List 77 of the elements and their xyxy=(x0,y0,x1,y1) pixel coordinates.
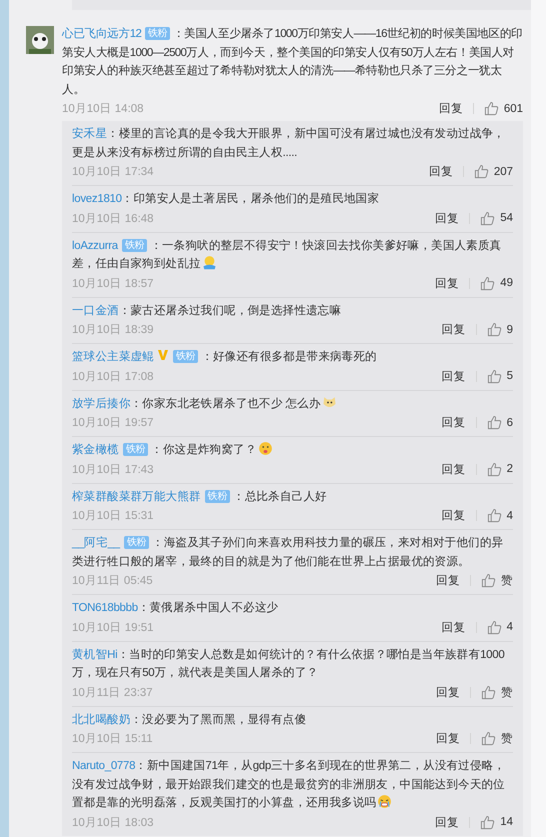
comment-time: 10月10日 19:51 xyxy=(72,620,155,634)
comment-time: 10月11日 23:37 xyxy=(72,686,154,700)
reply-text: Naruto_0778：新中国建国71年，从gdp三十多名到现在的世界第二，从没有过侵略，没有发过战争财，最开始跟我们建交的也是最贫穷的非洲朋友，中国能达到今天的位置都是靠的光明磊落，反观美国打的小算盘，还用我多说吗 xyxy=(72,758,506,811)
fan-badge: 铁粉 xyxy=(122,238,148,252)
reply-text: 安禾星：楼里的言论真的是令我大开眼界，新中国可没有屠过城也没有发动过战争，更是从来没有标榜过所谓的自由民主人权..... xyxy=(72,126,506,160)
like-button[interactable]: 6 xyxy=(486,415,513,430)
comment-time: 10月10日 18:39 xyxy=(72,323,155,337)
reply-text: __阿宅__ 铁粉 ：海盗及其子孙们向来喜欢用科技力量的碾压，来对相对于他们的异类进行牲口般的屠宰，最终的目的就是为了他们能在世界上占据最优的资源。 xyxy=(72,535,504,570)
thumbs-up-icon xyxy=(486,322,502,337)
like-button[interactable]: 赞 xyxy=(481,573,513,588)
reply-text: 紫金橄榄 铁粉 ：你这是炸狗窝了？ xyxy=(72,441,513,460)
reply-link[interactable]: 回复 xyxy=(442,462,466,476)
reply-text: 北北喝酸奶：没必要为了黑而黑，显得有点傻 xyxy=(72,712,308,728)
fan-badge: 铁粉 xyxy=(204,490,230,502)
fan-badge: 铁粉 xyxy=(122,443,148,456)
reply-link[interactable]: 回复 xyxy=(438,101,463,116)
thumbs-up-icon xyxy=(486,508,502,523)
like-button[interactable]: 601 xyxy=(484,101,523,116)
comment-time: 10月10日 17:34 xyxy=(72,165,155,179)
reply-link[interactable]: 回复 xyxy=(442,415,466,430)
reply-text: 黄机智Hi：当时的印第安人总数是如何统计的？有什么依据？哪怕是当年族群有1000万，现在只有50万，就代表是美国人屠杀的了？ xyxy=(72,648,506,681)
like-button[interactable]: 54 xyxy=(480,210,513,226)
comment-time: 10月10日 17:08 xyxy=(72,370,155,384)
like-button[interactable]: 4 xyxy=(486,620,513,634)
like-button[interactable]: 207 xyxy=(474,164,513,179)
thumbs-up-icon xyxy=(481,684,496,700)
comment-time: 10月11日 05:45 xyxy=(72,574,154,588)
like-button[interactable]: 赞 xyxy=(481,684,513,700)
reply-link[interactable]: 回复 xyxy=(435,814,460,830)
thumbs-up-icon xyxy=(480,814,496,830)
thumbs-up-icon xyxy=(486,368,502,384)
thumbs-up-icon xyxy=(481,573,496,588)
reply-text: 篮球公主菜虚鲲 铁粉 ：好像还有很多都是带来病毒死的 xyxy=(72,348,378,365)
comment-time: 10月10日 14:08 xyxy=(62,102,145,116)
fan-badge: 铁粉 xyxy=(124,536,150,549)
reply-text: lovez1810：印第安人是土著居民，屠杀他们的是殖民地国家 xyxy=(72,191,380,207)
reply-text: loAzzurra 铁粉 ：一条狗吠的整层不得安宁！快滚回去找你美爹好嘛，美国人素质真差，任由自家狗到处乱拉 xyxy=(72,238,502,272)
comment-text: 心已飞向远方12 铁粉 ：美国人至少屠杀了1000万印第安人——16世纪初的时候美国地区的印第安人大概是1000—2500万人，而到今天，整个美国的印第安人仅有50万人左右！美国人对印第安人的种族灭绝甚至超过了希特勒对犹太人的清洗——希特勒也只杀了三分之一犹太人。 xyxy=(62,26,523,98)
thumbs-up-icon xyxy=(484,101,499,116)
like-button[interactable]: 49 xyxy=(480,276,513,290)
reply-text: 榨菜群酸菜群万能大熊群 铁粉 ：总比杀自己人好 xyxy=(72,488,328,504)
thumbs-up-icon xyxy=(474,164,489,179)
reply-text: 一口金酒：蒙古还屠杀过我们呢，倒是选择性遗忘嘛 xyxy=(72,303,342,318)
like-button[interactable]: 9 xyxy=(486,322,513,337)
like-button[interactable]: 赞 xyxy=(481,731,513,746)
thumbs-up-icon xyxy=(480,210,496,226)
comment-time: 10月10日 19:57 xyxy=(72,416,155,430)
reply-link[interactable]: 回复 xyxy=(442,508,466,523)
like-button[interactable]: 2 xyxy=(486,462,513,476)
reply-link[interactable]: 回复 xyxy=(436,731,460,746)
like-button[interactable]: 5 xyxy=(486,368,513,384)
reply-link[interactable]: 回复 xyxy=(436,684,460,700)
comment-time: 10月10日 15:31 xyxy=(72,509,155,523)
comment-time: 10月10日 18:03 xyxy=(72,816,155,830)
thumbs-up-icon xyxy=(486,462,502,476)
reply-link[interactable]: 回复 xyxy=(442,322,466,337)
avatar xyxy=(26,26,54,54)
like-button[interactable]: 14 xyxy=(480,814,513,830)
comment-time: 10月10日 16:48 xyxy=(72,212,155,226)
reply-link[interactable]: 回复 xyxy=(435,210,460,226)
thumbs-up-icon xyxy=(486,620,502,634)
reply-link[interactable]: 回复 xyxy=(436,573,460,588)
reply-link[interactable]: 回复 xyxy=(442,368,466,384)
reply-link[interactable]: 回复 xyxy=(442,620,466,634)
reply-text: 放学后揍你：你家东北老铁屠杀了也不少 怎么办 xyxy=(72,394,513,413)
comment-time: 10月10日 17:43 xyxy=(72,462,155,476)
like-button[interactable]: 4 xyxy=(486,508,513,523)
reply-text: TON618bbbb：黄俄屠杀中国人不必这少 xyxy=(72,600,280,616)
comment-time: 10月10日 18:57 xyxy=(72,276,155,290)
fan-badge: 铁粉 xyxy=(145,27,170,40)
thumbs-up-icon xyxy=(486,415,502,430)
reply-link[interactable]: 回复 xyxy=(435,276,460,290)
thumbs-up-icon xyxy=(481,731,496,746)
fan-badge: 铁粉 xyxy=(172,350,198,363)
comment-time: 10月10日 15:11 xyxy=(72,732,154,746)
thumbs-up-icon xyxy=(480,276,496,290)
reply-link[interactable]: 回复 xyxy=(428,164,453,179)
